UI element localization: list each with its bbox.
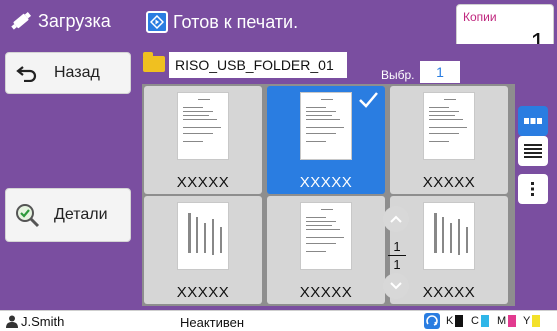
file-tile[interactable]: XXXXX [267,196,385,304]
ink-bar [480,315,489,327]
page-total: 1 [393,257,401,272]
ink-bar [532,315,541,327]
page-divider [388,255,406,256]
more-vertical-icon [531,182,534,196]
grid-view-button[interactable] [518,106,548,136]
copies-label: Копии [463,10,497,24]
file-thumbnail [423,202,475,270]
sidebar-title: Загрузка [8,6,136,36]
file-thumbnail [300,202,352,270]
folder-row: RISO_USB_FOLDER_01 Выбр. 1 [143,52,473,83]
sidebar: Загрузка Назад Детали [0,0,137,310]
more-options-button[interactable] [518,174,548,204]
sidebar-title-text: Загрузка [38,10,111,31]
print-ready-icon [146,11,168,33]
ink-level-c: C [471,315,489,327]
back-arrow-icon [14,60,40,86]
network-icon [424,313,440,329]
user-icon [6,315,18,328]
status-bar: J.Smith Неактивен K C M Y [0,310,557,331]
ink-label: M [497,315,507,327]
file-thumbnail [177,92,229,160]
user-name: J.Smith [21,314,65,329]
list-view-button[interactable] [518,136,548,166]
page-current: 1 [393,239,401,254]
chevron-up-icon [390,215,402,223]
check-icon [359,92,378,108]
list-view-icon [524,144,542,158]
ink-level-y: Y [523,315,541,327]
chevron-down-icon [390,282,402,290]
folder-name[interactable]: RISO_USB_FOLDER_01 [169,52,347,78]
user-info: J.Smith [6,314,64,329]
details-button-label: Детали [54,206,108,223]
file-thumbnail [423,92,475,160]
ink-label: Y [523,315,531,327]
ink-bar [508,315,517,327]
file-browser: RISO_USB_FOLDER_01 Выбр. 1 XXXXX XXXXX X… [137,44,557,310]
grid-view-icon [524,118,542,124]
file-grid: XXXXX XXXXX XXXXX XXXXX XXXXX XXXXX [142,84,515,306]
details-button[interactable]: Детали [5,188,131,242]
page-indicator: 1 1 [388,239,406,272]
ink-label: C [471,315,479,327]
scroll-up-button[interactable] [383,206,409,232]
ink-label: K [446,315,454,327]
back-button[interactable]: Назад [5,52,131,94]
file-name: XXXXX [176,284,230,301]
file-name: XXXXX [299,174,353,191]
file-name: XXXXX [176,174,230,191]
file-tile[interactable]: XXXXX [144,86,262,194]
scroll-down-button[interactable] [383,273,409,299]
selected-count: 1 [420,61,460,83]
magnifier-check-icon [14,202,40,228]
ink-level-m: M [497,315,517,327]
file-tile-selected[interactable]: XXXXX [267,86,385,194]
file-name: XXXXX [422,174,476,191]
selected-count-label: Выбр. [381,68,415,82]
usb-icon [11,12,32,30]
back-button-label: Назад [54,64,100,81]
riso-print-screen: Загрузка Назад Детали Готов к печати. Ко… [0,0,557,331]
ink-level-k: K [446,315,464,327]
file-thumbnail [300,92,352,160]
file-thumbnail [177,202,229,270]
ink-bar [455,315,464,327]
status-message: Готов к печати. [173,12,299,32]
file-name: XXXXX [299,284,353,301]
file-tile[interactable]: XXXXX [390,86,508,194]
file-tile[interactable]: XXXXX [144,196,262,304]
device-state: Неактивен [180,315,245,330]
folder-icon [143,52,165,72]
